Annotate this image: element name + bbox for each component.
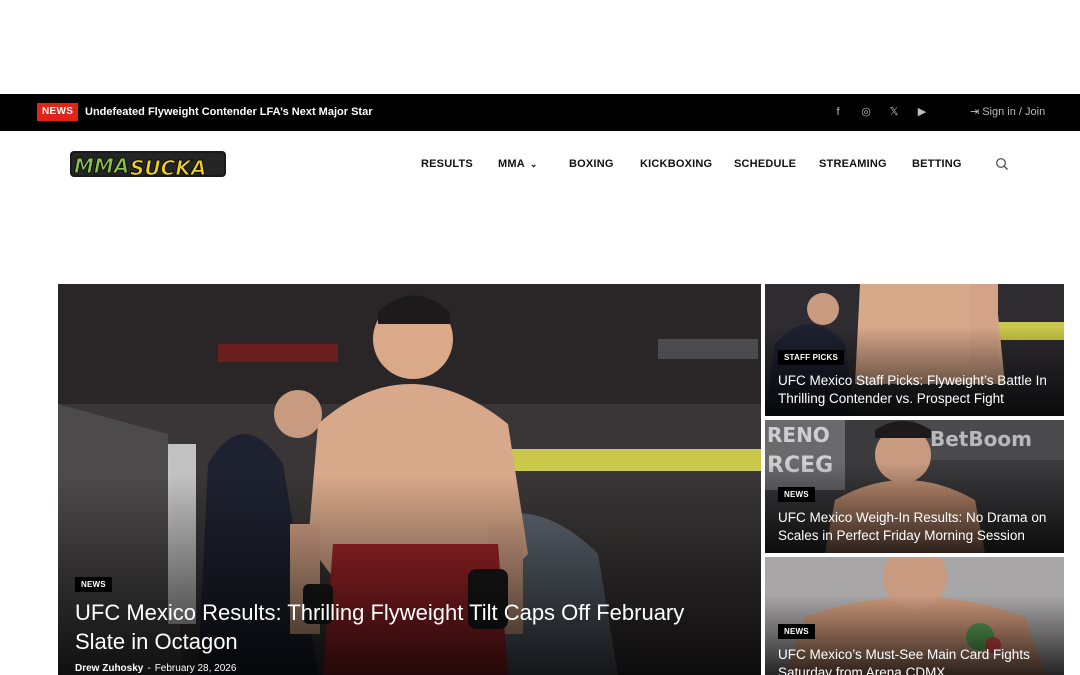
news-ticker-headline[interactable]: Undefeated Flyweight Contender LFA’s Nex…	[85, 104, 372, 121]
author-link[interactable]: Drew Zuhosky	[75, 663, 143, 674]
logo-text-right: SUCKA	[130, 156, 206, 180]
news-ticker-badge: NEWS	[37, 103, 79, 121]
side-headline[interactable]: UFC Mexico Weigh-In Results: No Drama on…	[778, 509, 1058, 545]
logo-text-left: MMA	[74, 154, 129, 178]
side-article[interactable]: STAFF PICKS UFC Mexico Staff Picks: Flyw…	[765, 284, 1064, 416]
byline-separator: -	[147, 663, 151, 674]
nav-mma[interactable]: MMA ⌄	[498, 156, 538, 172]
search-icon[interactable]	[995, 157, 1009, 171]
nav-boxing[interactable]: BOXING	[569, 156, 614, 172]
category-badge[interactable]: STAFF PICKS	[778, 350, 845, 365]
login-icon: ⇥	[970, 106, 980, 118]
sign-in-link[interactable]: ⇥ Sign in / Join	[970, 104, 1045, 121]
site-logo[interactable]: MMA SUCKA	[68, 147, 228, 181]
side-headline[interactable]: UFC Mexico Staff Picks: Flyweight’s Batt…	[778, 372, 1058, 408]
svg-text:RENO: RENO	[767, 423, 830, 447]
category-badge[interactable]: NEWS	[75, 577, 112, 592]
category-badge[interactable]: NEWS	[778, 624, 815, 639]
nav-betting[interactable]: BETTING	[912, 156, 962, 172]
publish-date: February 28, 2026	[154, 663, 237, 674]
nav-streaming[interactable]: STREAMING	[819, 156, 887, 172]
svg-text:BetBoom: BetBoom	[930, 427, 1032, 451]
nav-kickboxing[interactable]: KICKBOXING	[640, 156, 712, 172]
chevron-down-icon: ⌄	[529, 159, 538, 169]
x-twitter-icon[interactable]: 𝕏	[886, 104, 902, 121]
featured-headline[interactable]: UFC Mexico Results: Thrilling Flyweight …	[75, 598, 735, 656]
byline: Drew Zuhosky - February 28, 2026	[75, 663, 236, 674]
featured-article[interactable]: NEWS UFC Mexico Results: Thrilling Flywe…	[58, 284, 761, 675]
side-article[interactable]: NEWS UFC Mexico’s Must-See Main Card Fig…	[765, 557, 1064, 675]
nav-results[interactable]: RESULTS	[421, 156, 473, 172]
ad-space	[0, 0, 1080, 94]
sign-in-label: Sign in / Join	[982, 106, 1046, 118]
side-headline[interactable]: UFC Mexico’s Must-See Main Card Fights S…	[778, 646, 1058, 675]
category-badge[interactable]: NEWS	[778, 487, 815, 502]
side-article[interactable]: RENO RCEG BetBoom NEWS UFC Mexico Weigh-…	[765, 420, 1064, 553]
facebook-icon[interactable]: f	[830, 104, 846, 121]
instagram-icon[interactable]: ◎	[858, 104, 874, 121]
nav-mma-label: MMA	[498, 158, 525, 170]
nav-schedule[interactable]: SCHEDULE	[734, 156, 796, 172]
youtube-icon[interactable]: ▶	[914, 104, 930, 121]
